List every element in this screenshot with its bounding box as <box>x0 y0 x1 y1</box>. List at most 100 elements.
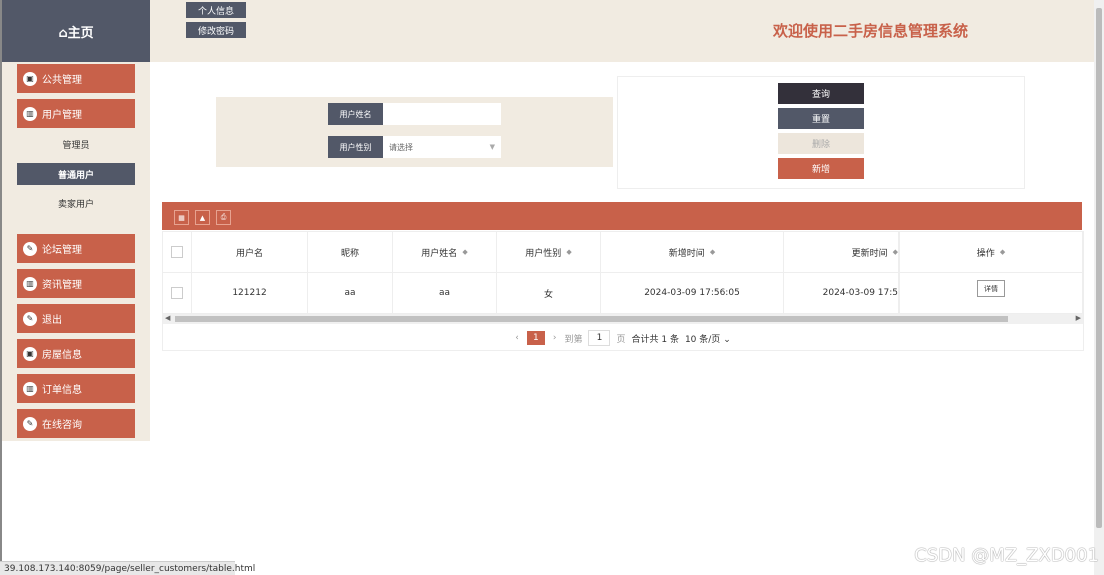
chart-icon: ▥ <box>23 106 37 121</box>
scrollbar-thumb[interactable] <box>1096 8 1102 528</box>
scroll-right-icon[interactable]: ▶ <box>1076 314 1081 322</box>
sidebar-item-label: 用户管理 <box>42 110 82 121</box>
row-checkbox-cell <box>163 273 192 313</box>
name-label: 用户姓名 <box>328 103 383 125</box>
pagination: ‹ 1 › 到第 1 页 合计共 1 条 10 条/页 ⌄ <box>163 329 1083 347</box>
data-table: 用户名 昵称 用户姓名 ◆ 用户性别 ◆ 新增时间 ◆ 更新时间 ◆ 操作 ◆ 12121… <box>162 231 1084 351</box>
change-password-button[interactable]: 修改密码 <box>186 22 246 38</box>
gender-select-value: 请选择 <box>389 142 413 152</box>
vertical-scrollbar[interactable] <box>1094 0 1104 575</box>
cell-created: 2024-03-09 17:56:05 <box>601 273 784 313</box>
export-icon[interactable]: ▲ <box>195 210 210 225</box>
bus-icon: ▣ <box>23 346 37 361</box>
name-input[interactable] <box>383 103 501 125</box>
detail-button[interactable]: 详情 <box>977 280 1005 297</box>
sort-icon[interactable]: ◆ <box>1000 248 1005 256</box>
cell-gender: 女 <box>497 273 601 313</box>
prev-page-icon[interactable]: ‹ <box>515 333 519 343</box>
cell-username: 121212 <box>192 273 308 313</box>
col-label: 用户性别 <box>525 248 562 259</box>
watermark: CSDN @MZ_ZXD001 <box>914 545 1099 566</box>
sub-item-normal-user[interactable]: 普通用户 <box>17 163 135 185</box>
page-suffix: 页 <box>616 334 626 345</box>
goto-label: 到第 <box>564 334 583 345</box>
sidebar-item-consult[interactable]: ✎ 在线咨询 <box>17 409 135 438</box>
sidebar-item-orders[interactable]: ▥ 订单信息 <box>17 374 135 403</box>
col-label: 新增时间 <box>668 248 705 259</box>
col-name[interactable]: 用户姓名 ◆ <box>393 232 497 272</box>
sort-icon[interactable]: ◆ <box>566 248 571 256</box>
col-updated[interactable]: 更新时间 ◆ <box>784 232 899 272</box>
page-size-select[interactable]: 10 条/页 ⌄ <box>685 332 731 345</box>
goto-page-input[interactable]: 1 <box>588 330 611 346</box>
chevron-down-icon: ▼ <box>489 143 495 151</box>
horizontal-scrollbar[interactable]: ◀ ▶ <box>163 314 1083 324</box>
sort-icon[interactable]: ◆ <box>710 248 715 256</box>
header-checkbox-cell <box>163 232 192 272</box>
print-icon[interactable]: ⎙ <box>216 210 231 225</box>
next-page-icon[interactable]: › <box>553 333 557 343</box>
gender-label: 用户性别 <box>328 136 383 158</box>
bus-icon: ▣ <box>23 71 37 86</box>
edit-icon: ✎ <box>23 416 37 431</box>
current-page[interactable]: 1 <box>526 331 545 345</box>
delete-button[interactable]: 删除 <box>778 133 864 154</box>
table-row: 121212 aa aa 女 2024-03-09 17:56:05 2024-… <box>163 273 1083 314</box>
sidebar-item-news[interactable]: ▥ 资讯管理 <box>17 269 135 298</box>
sidebar-item-label: 房屋信息 <box>42 350 82 361</box>
welcome-title: 欢迎使用二手房信息管理系统 <box>772 22 968 40</box>
sidebar-item-users[interactable]: ▥ 用户管理 <box>17 99 135 128</box>
chart-icon: ▥ <box>23 381 37 396</box>
col-label: 用户名 <box>235 248 263 259</box>
table-header-row: 用户名 昵称 用户姓名 ◆ 用户性别 ◆ 新增时间 ◆ 更新时间 ◆ 操作 ◆ <box>163 232 1083 273</box>
col-created[interactable]: 新增时间 ◆ <box>601 232 784 272</box>
search-panel: 用户姓名 用户性别 请选择 ▼ <box>216 97 613 167</box>
cell-action: 详情 <box>899 273 1083 313</box>
edit-icon: ✎ <box>23 241 37 256</box>
cell-updated: 2024-03-09 17:5 <box>784 273 899 313</box>
sidebar-item-label: 资讯管理 <box>42 280 82 291</box>
action-panel: 查询 重置 删除 新增 <box>617 76 1025 189</box>
sidebar-item-public[interactable]: ▣ 公共管理 <box>17 64 135 93</box>
col-label: 更新时间 <box>851 248 888 259</box>
sidebar-item-label: 公共管理 <box>42 75 82 86</box>
sidebar-item-label: 论坛管理 <box>42 245 82 256</box>
cell-name: aa <box>393 273 497 313</box>
col-label: 操作 <box>976 248 995 259</box>
reset-button[interactable]: 重置 <box>778 108 864 129</box>
col-action[interactable]: 操作 ◆ <box>899 232 1083 272</box>
sub-item-seller[interactable]: 卖家用户 <box>17 192 135 214</box>
sidebar-item-label: 在线咨询 <box>42 420 82 431</box>
sub-item-admin[interactable]: 管理员 <box>17 133 135 155</box>
sidebar-item-houses[interactable]: ▣ 房屋信息 <box>17 339 135 368</box>
col-label: 昵称 <box>340 248 359 259</box>
sidebar-item-label: 退出 <box>42 315 62 326</box>
top-bar: 个人信息 修改密码 欢迎使用二手房信息管理系统 <box>150 0 1094 62</box>
col-username: 用户名 <box>192 232 308 272</box>
query-button[interactable]: 查询 <box>778 83 864 104</box>
page-size-value: 10 条/页 <box>684 334 721 345</box>
sort-icon[interactable]: ◆ <box>462 248 467 256</box>
sidebar-item-label: 订单信息 <box>42 385 82 396</box>
col-gender[interactable]: 用户性别 ◆ <box>497 232 601 272</box>
sidebar-item-logout[interactable]: ✎ 退出 <box>17 304 135 333</box>
col-label: 用户姓名 <box>421 248 458 259</box>
row-checkbox[interactable] <box>171 287 183 299</box>
grid-icon[interactable]: ▦ <box>174 210 189 225</box>
chevron-down-icon: ⌄ <box>723 334 731 345</box>
select-all-checkbox[interactable] <box>171 246 183 258</box>
sidebar-menu: ▣ 公共管理 ▥ 用户管理 管理员 普通用户 卖家用户 ✎ 论坛管理 ▥ 资讯管理 ✎ 退… <box>2 62 150 441</box>
status-bar-url: 39.108.173.140:8059/page/seller_customer… <box>0 561 255 575</box>
sort-icon[interactable]: ◆ <box>893 248 898 256</box>
sidebar: ⌂主页 ▣ 公共管理 ▥ 用户管理 管理员 普通用户 卖家用户 ✎ 论坛管理 ▥ 资讯管… <box>2 0 150 560</box>
profile-button[interactable]: 个人信息 <box>186 2 246 18</box>
sidebar-item-forum[interactable]: ✎ 论坛管理 <box>17 234 135 263</box>
gender-select[interactable]: 请选择 ▼ <box>383 136 501 158</box>
add-button[interactable]: 新增 <box>778 158 864 179</box>
edit-icon: ✎ <box>23 311 37 326</box>
home-button[interactable]: ⌂主页 <box>2 0 150 62</box>
scrollbar-thumb[interactable] <box>175 316 1008 322</box>
cell-nickname: aa <box>308 273 393 313</box>
scroll-left-icon[interactable]: ◀ <box>165 314 170 322</box>
col-nickname: 昵称 <box>308 232 393 272</box>
